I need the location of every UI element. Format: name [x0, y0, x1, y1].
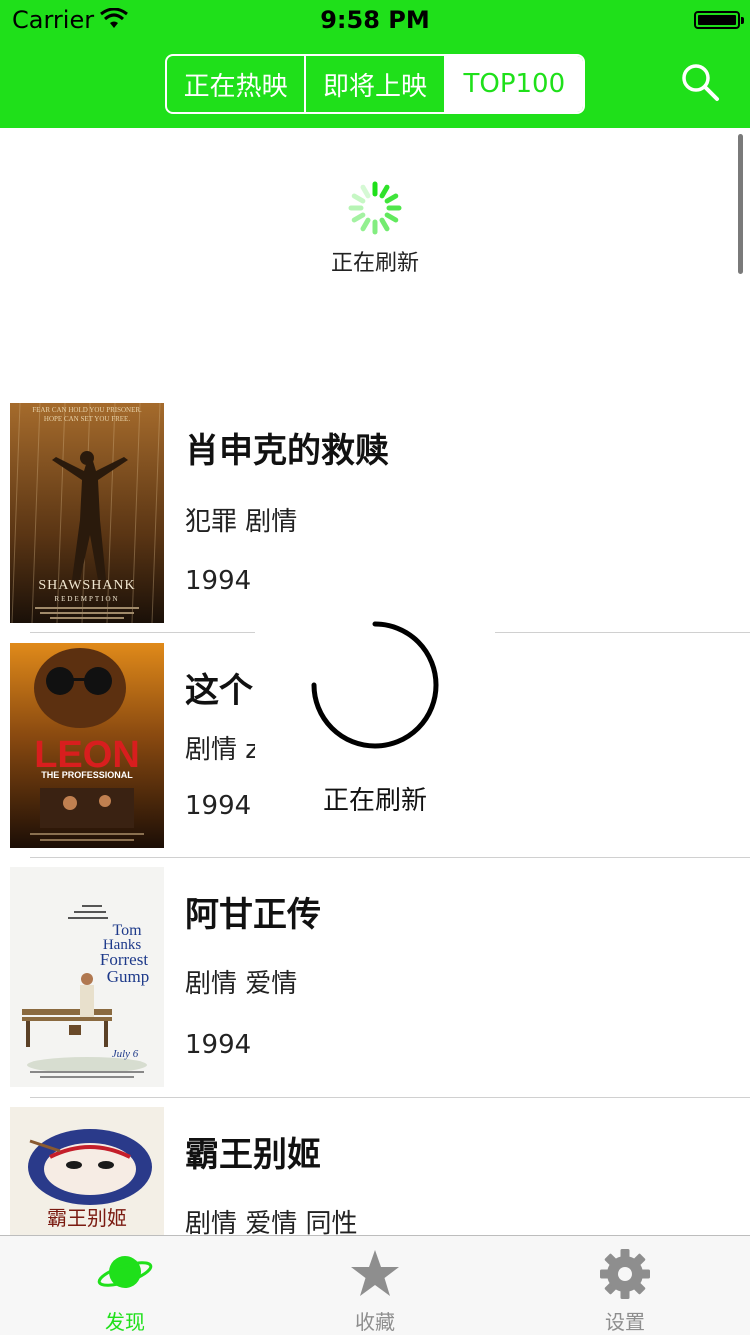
poster-title: SHAWSHANK — [38, 578, 135, 593]
row-divider — [30, 857, 750, 858]
movie-genres: 剧情 爱情 — [185, 969, 298, 999]
poster-subtitle: THE PROFESSIONAL — [41, 770, 133, 780]
gear-icon — [600, 1249, 650, 1299]
movie-genres: 剧情 z — [185, 735, 259, 765]
movie-poster: LEON THE PROFESSIONAL — [10, 643, 164, 848]
poster-date: July 6 — [112, 1048, 139, 1060]
status-time: 9:58 PM — [320, 6, 430, 34]
poster-line-4: Gump — [107, 967, 150, 986]
segmented-control[interactable]: 正在热映 即将上映 TOP100 — [165, 54, 585, 114]
tab-label: 收藏 — [355, 1310, 395, 1334]
movie-row[interactable]: FEAR CAN HOLD YOU PRISONER. HOPE CAN SET… — [0, 403, 750, 633]
loading-text: 正在刷新 — [322, 786, 427, 816]
movie-poster: 霸王别姬 — [10, 1107, 164, 1235]
segment-top100[interactable]: TOP100 — [443, 56, 583, 112]
movie-title: 肖申克的救赎 — [185, 431, 389, 471]
movie-title: 这个 — [185, 671, 253, 711]
loading-ring-icon — [311, 621, 439, 749]
movie-year: 1994 — [185, 791, 252, 821]
refresh-spinner-icon — [348, 181, 402, 235]
navigation-bar: Carrier 9:58 PM 正在热映 即将上映 TOP100 — [0, 0, 750, 128]
row-divider — [30, 1097, 750, 1098]
battery-icon — [694, 11, 744, 29]
tab-settings[interactable]: 设置 — [500, 1236, 750, 1335]
poster-subtitle: REDEMPTION — [54, 595, 119, 603]
star-icon — [351, 1250, 399, 1296]
tab-discover[interactable]: 发现 — [0, 1236, 250, 1335]
loading-hud: 正在刷新 — [255, 620, 495, 840]
poster-tagline: FEAR CAN HOLD YOU PRISONER. — [32, 406, 142, 414]
movie-year: 1994 — [185, 566, 252, 596]
tab-favorites[interactable]: 收藏 — [250, 1236, 500, 1335]
status-bar: Carrier 9:58 PM — [0, 0, 750, 40]
movie-genres: 剧情 爱情 同性 — [185, 1209, 358, 1235]
movie-genres: 犯罪 剧情 — [185, 507, 298, 537]
movie-title: 阿甘正传 — [185, 895, 321, 935]
movie-poster: FEAR CAN HOLD YOU PRISONER. HOPE CAN SET… — [10, 403, 164, 623]
segment-now-playing[interactable]: 正在热映 — [167, 56, 304, 112]
movie-poster: Tom Hanks Forrest Gump July 6 — [10, 867, 164, 1087]
planet-icon — [97, 1256, 153, 1288]
search-icon[interactable] — [680, 62, 720, 102]
movie-row[interactable]: Tom Hanks Forrest Gump July 6 阿甘正传 剧情 爱情… — [0, 867, 750, 1097]
movie-row[interactable]: 霸王别姬 霸王别姬 剧情 爱情 同性 — [0, 1107, 750, 1235]
segment-coming-soon[interactable]: 即将上映 — [304, 56, 443, 112]
poster-title: 霸王别姬 — [47, 1206, 127, 1230]
movie-year: 1994 — [185, 1030, 252, 1060]
tab-bar: 发现 收藏 设置 — [0, 1235, 750, 1335]
tab-label: 设置 — [605, 1310, 645, 1334]
tab-label: 发现 — [105, 1310, 145, 1334]
refresh-status-text: 正在刷新 — [330, 251, 419, 276]
scroll-indicator — [738, 134, 743, 274]
movie-title: 霸王别姬 — [185, 1135, 321, 1175]
poster-tagline-2: HOPE CAN SET YOU FREE. — [44, 415, 130, 423]
